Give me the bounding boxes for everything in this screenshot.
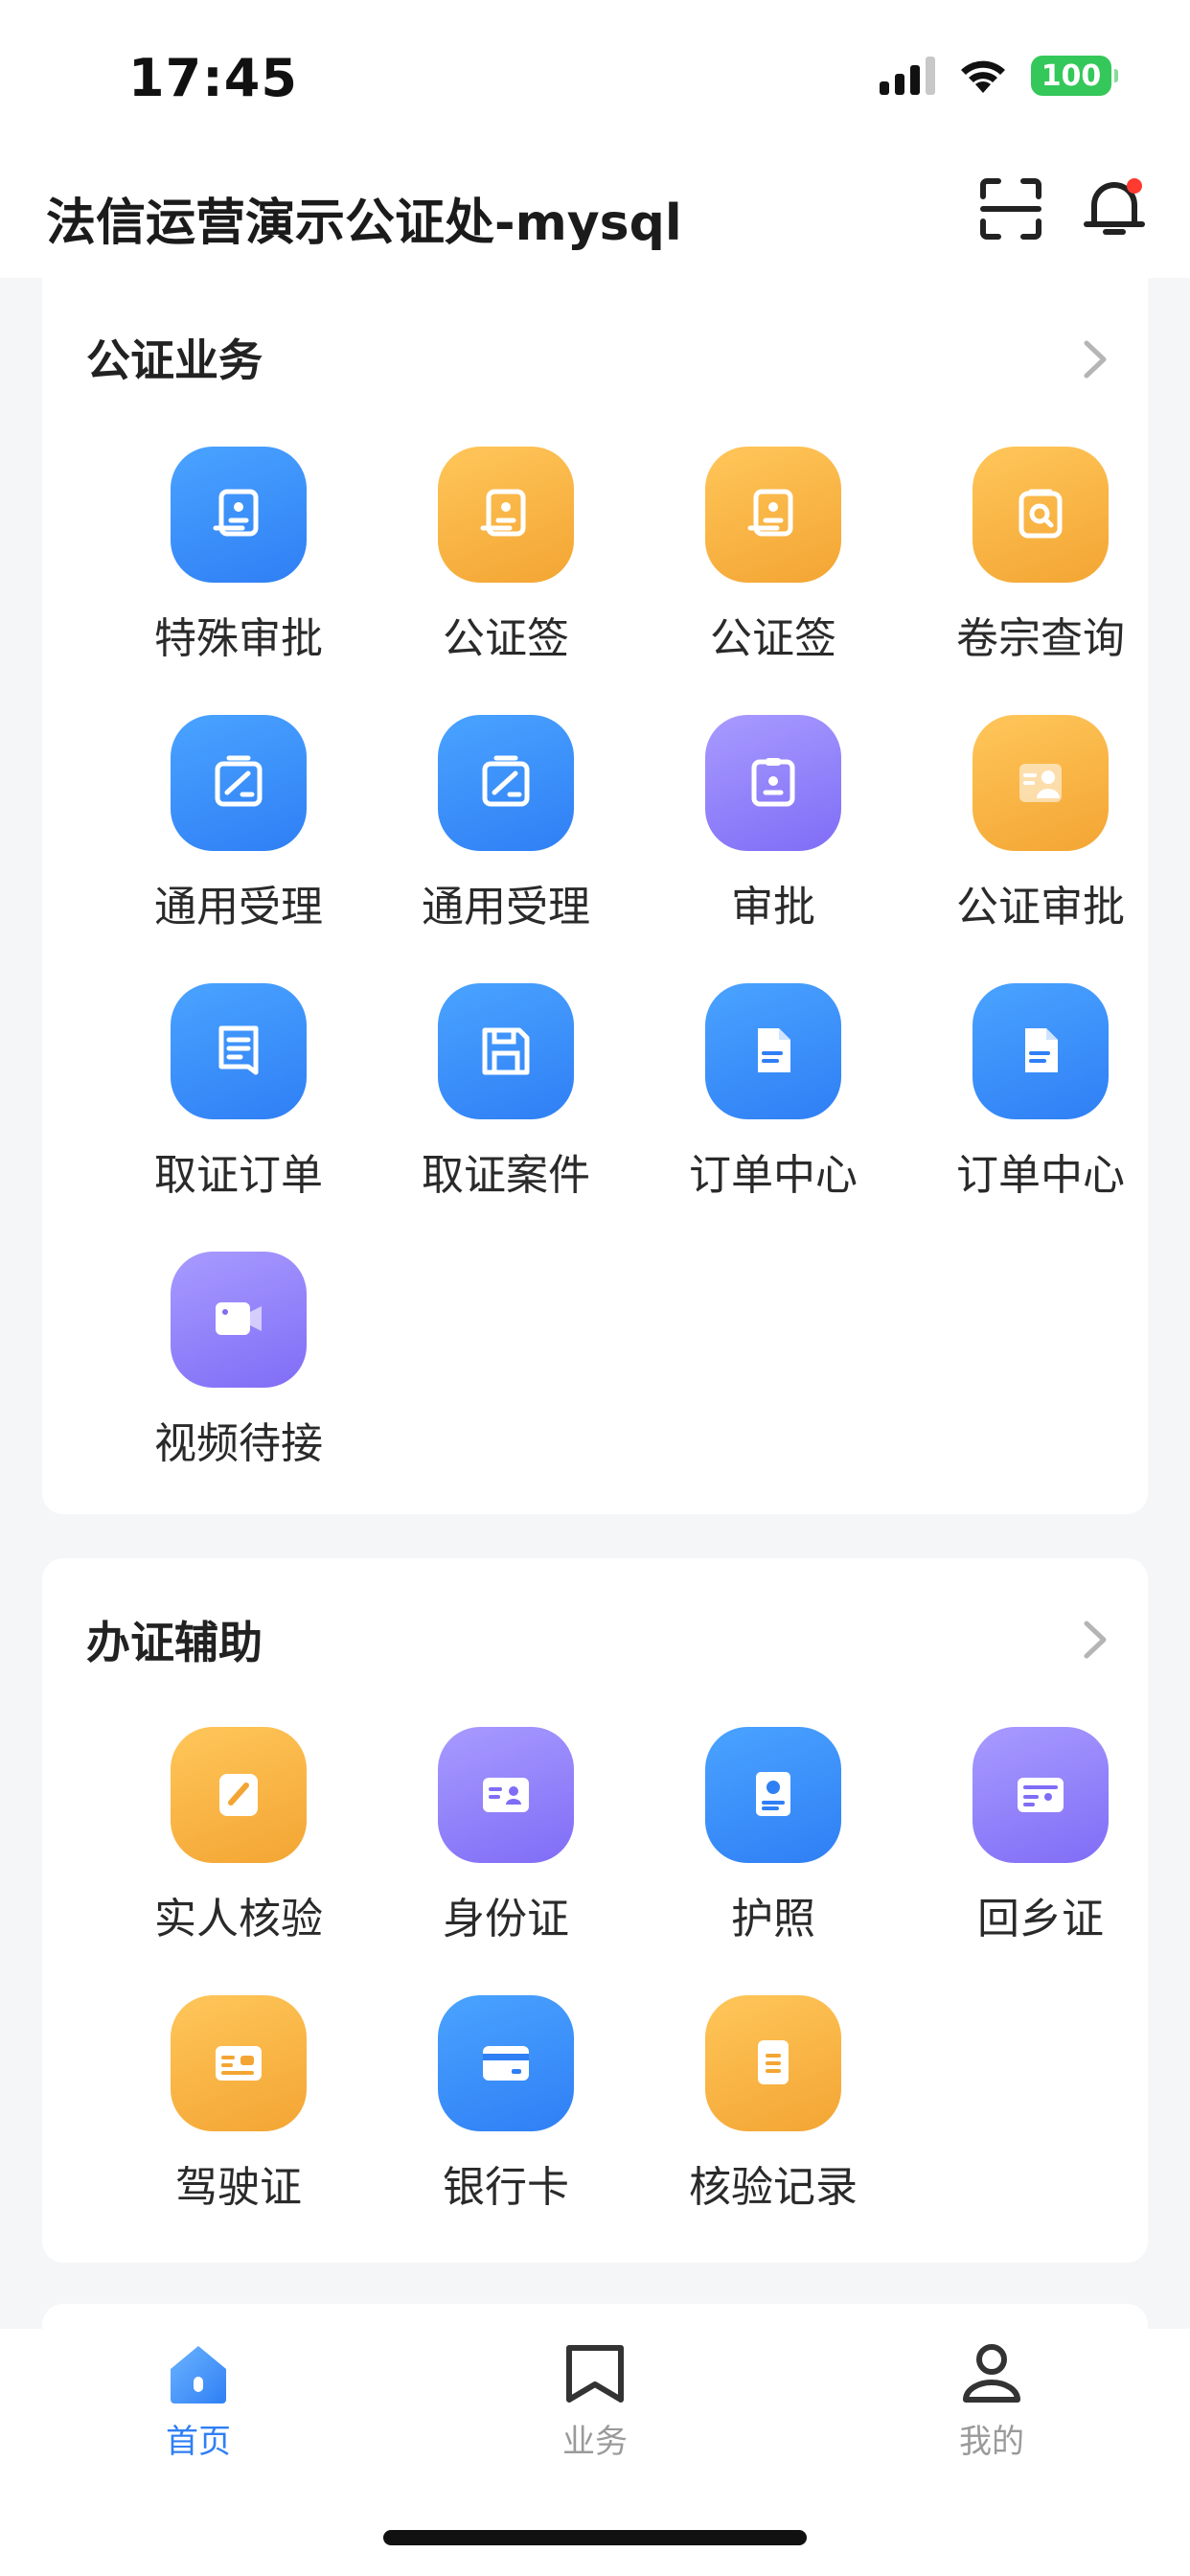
tile-label: 通用受理: [422, 883, 590, 932]
status-bar: 17:45 100: [0, 0, 1190, 144]
stamp-document-icon: [171, 447, 307, 583]
id-card-icon: [438, 1727, 574, 1863]
tile-label: 护照: [731, 1895, 815, 1944]
tile-label: 视频待接: [154, 1419, 323, 1468]
tile-label: 取证订单: [154, 1151, 323, 1200]
battery-level: 100: [1041, 58, 1102, 93]
service-tile[interactable]: 取证案件: [373, 983, 639, 1232]
tile-label: 回乡证: [977, 1895, 1104, 1944]
tile-label: 卷宗查询: [956, 614, 1125, 663]
service-tile[interactable]: 驾驶证: [105, 1995, 372, 2244]
service-tile[interactable]: 特殊审批: [105, 447, 372, 696]
service-tile[interactable]: 订单中心: [907, 983, 1174, 1232]
service-tile[interactable]: 公证签: [640, 447, 906, 696]
id-card-person-icon: [973, 715, 1109, 851]
search-file-icon: [973, 447, 1109, 583]
certificate-assist-card: 办证辅助 实人核验 身份证 护照 回乡证驾驶证 银行卡 核验记录: [42, 1558, 1148, 2263]
tile-label: 核验记录: [689, 2163, 858, 2212]
file-icon: [705, 983, 841, 1119]
tab-label: 我的: [959, 2423, 1024, 2461]
tile-label: 审批: [731, 883, 815, 932]
document-list-icon: [171, 983, 307, 1119]
file-icon: [973, 983, 1109, 1119]
service-tile[interactable]: 取证订单: [105, 983, 372, 1232]
tile-label: 实人核验: [154, 1895, 323, 1944]
scan-icon[interactable]: [979, 177, 1042, 241]
tile-label: 特殊审批: [154, 614, 323, 663]
service-tile[interactable]: 公证签: [373, 447, 639, 696]
bookmark-icon: [566, 2345, 624, 2403]
service-tile[interactable]: 公证审批: [907, 715, 1174, 964]
stamp-document-icon: [438, 447, 574, 583]
section-title: 公证业务: [86, 334, 263, 386]
home-indicator: [383, 2530, 807, 2545]
tab-home[interactable]: 首页: [103, 2342, 294, 2486]
tile-label: 公证签: [710, 614, 836, 663]
battery-icon: 100: [1031, 56, 1118, 96]
person-icon: [963, 2344, 1020, 2403]
service-tile[interactable]: 护照: [640, 1727, 906, 1976]
wifi-icon: [961, 60, 1005, 93]
floppy-disk-icon: [438, 983, 574, 1119]
chevron-right-icon[interactable]: [1081, 1618, 1110, 1662]
service-tile[interactable]: 通用受理: [105, 715, 372, 964]
tab-label: 首页: [166, 2423, 231, 2461]
app-screen: 17:45 100 法信运营演示公证处-mysql 公证业务 特殊审批 公证签 …: [0, 0, 1190, 2576]
passport-icon: [705, 1727, 841, 1863]
tab-business[interactable]: 业务: [499, 2342, 691, 2486]
tile-label: 驾驶证: [175, 2163, 302, 2212]
bank-card-icon: [438, 1995, 574, 2131]
notification-bell-icon[interactable]: [1083, 174, 1146, 242]
clipboard-person-icon: [705, 715, 841, 851]
pen-note-icon: [171, 1727, 307, 1863]
tile-label: 银行卡: [443, 2163, 569, 2212]
service-tile[interactable]: 订单中心: [640, 983, 906, 1232]
service-tile[interactable]: 核验记录: [640, 1995, 906, 2244]
edit-board-icon: [171, 715, 307, 851]
tile-label: 身份证: [443, 1895, 569, 1944]
status-icons: 100: [880, 56, 1118, 96]
section-title: 办证辅助: [86, 1617, 263, 1668]
status-time: 17:45: [128, 48, 298, 108]
tab-label: 业务: [562, 2423, 628, 2461]
service-tile[interactable]: 视频待接: [105, 1252, 372, 1501]
page-title: 法信运营演示公证处-mysql: [46, 195, 682, 252]
service-tile[interactable]: 通用受理: [373, 715, 639, 964]
video-camera-icon: [171, 1252, 307, 1388]
notary-services-card: 公证业务 特殊审批 公证签 公证签 卷宗查询通用受理 通用受理 审批 公证审批取证订单 取证案…: [42, 278, 1148, 1514]
tile-label: 取证案件: [422, 1151, 590, 1200]
service-tile[interactable]: 身份证: [373, 1727, 639, 1976]
service-tile[interactable]: 实人核验: [105, 1727, 372, 1976]
home-icon: [171, 2346, 226, 2404]
chevron-right-icon[interactable]: [1081, 337, 1110, 381]
stamp-document-icon: [705, 447, 841, 583]
tab-mine[interactable]: 我的: [896, 2342, 1087, 2486]
service-tile[interactable]: 审批: [640, 715, 906, 964]
cellular-signal-icon: [880, 57, 935, 95]
tile-label: 订单中心: [956, 1151, 1125, 1200]
tile-label: 公证审批: [956, 883, 1125, 932]
app-header: 法信运营演示公证处-mysql: [0, 144, 1190, 278]
record-note-icon: [705, 1995, 841, 2131]
tile-label: 通用受理: [154, 883, 323, 932]
service-tile[interactable]: 回乡证: [907, 1727, 1174, 1976]
driver-license-icon: [171, 1995, 307, 2131]
tile-label: 公证签: [443, 614, 569, 663]
service-tile[interactable]: 卷宗查询: [907, 447, 1174, 696]
permit-card-icon: [973, 1727, 1109, 1863]
service-tile[interactable]: 银行卡: [373, 1995, 639, 2244]
tile-label: 订单中心: [689, 1151, 858, 1200]
edit-board-icon: [438, 715, 574, 851]
